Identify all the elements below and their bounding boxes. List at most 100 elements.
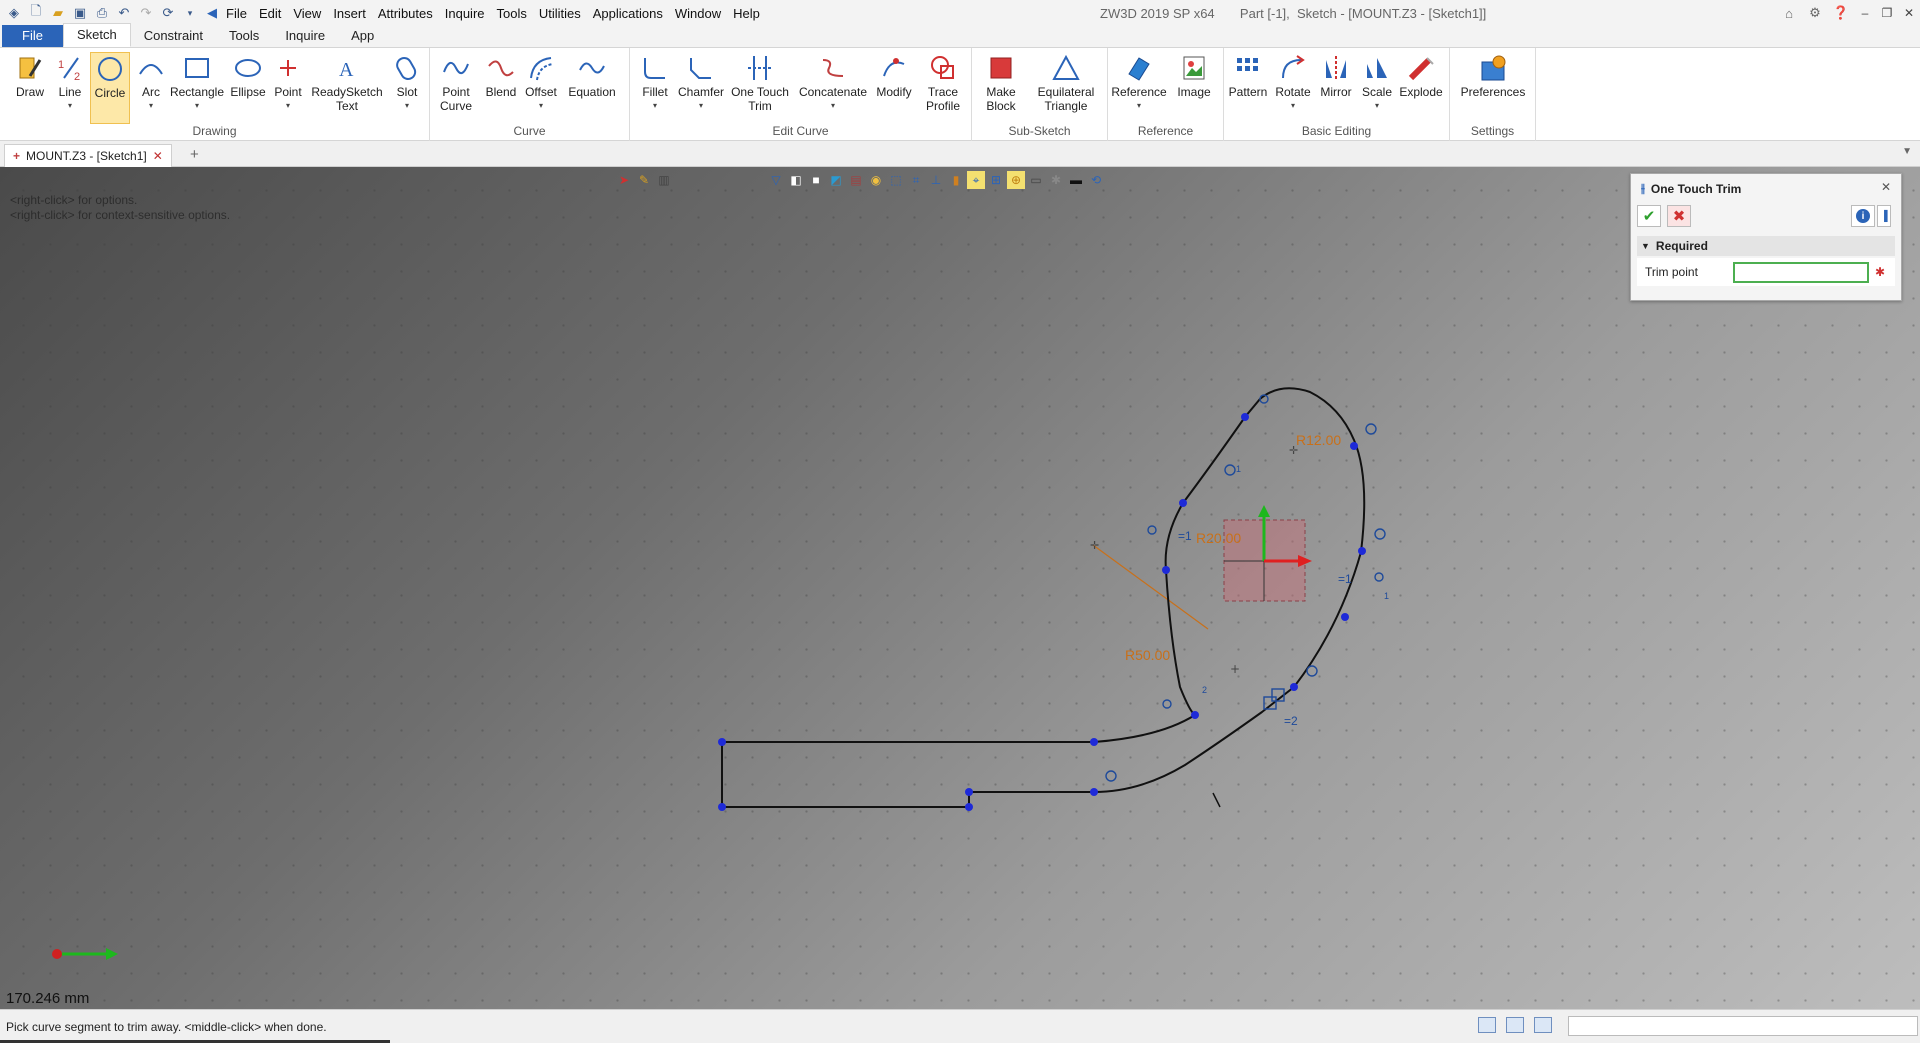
menu-attributes[interactable]: Attributes bbox=[372, 6, 439, 21]
equilateral-triangle-button[interactable]: Equilateral Triangle bbox=[1028, 52, 1104, 124]
text-icon: A bbox=[332, 52, 362, 84]
trim-point-label: Trim point bbox=[1645, 265, 1698, 279]
close-icon[interactable]: ✕ bbox=[1898, 6, 1920, 20]
dimension-r20[interactable]: R20.00 bbox=[1196, 530, 1241, 546]
scale-button[interactable]: Scale ▾ bbox=[1358, 52, 1396, 124]
command-input-box[interactable] bbox=[1568, 1016, 1918, 1036]
window-controls: ⌂ ⚙ ❓ – ❐ ✕ bbox=[1776, 0, 1920, 26]
graphics-canvas[interactable]: ➤ ✎ ▥ ▽ ◧ ■ ◩ ▤ ◉ ⬚ ⌗ ⊥ ▮ ⌖ ⊞ ⊕ ▭ ✱ ▬ ⟲ … bbox=[0, 167, 1920, 1009]
monitor-icon[interactable] bbox=[1506, 1017, 1524, 1033]
menu-window[interactable]: Window bbox=[669, 6, 727, 21]
tab-list-dropdown-icon[interactable]: ▼ bbox=[1902, 146, 1912, 157]
help-icon[interactable]: ❓ bbox=[1828, 5, 1854, 21]
modify-icon bbox=[879, 52, 909, 84]
chevron-down-icon: ▾ bbox=[194, 101, 199, 110]
chevron-down-icon: ▾ bbox=[1290, 101, 1295, 110]
tab-inquire[interactable]: Inquire bbox=[272, 25, 338, 47]
menu-edit[interactable]: Edit bbox=[253, 6, 287, 21]
line-button[interactable]: 12 Line ▾ bbox=[52, 52, 88, 124]
app-logo-icon[interactable]: ◈ bbox=[6, 5, 22, 21]
offset-button[interactable]: Offset ▾ bbox=[522, 52, 560, 124]
point-curve-button[interactable]: Point Curve bbox=[434, 52, 478, 124]
menu-insert[interactable]: Insert bbox=[327, 6, 372, 21]
blend-button[interactable]: Blend bbox=[482, 52, 520, 124]
tab-file[interactable]: File bbox=[2, 25, 63, 47]
equation-button[interactable]: Equation bbox=[564, 52, 620, 124]
menu-help[interactable]: Help bbox=[727, 6, 766, 21]
chevron-down-icon: ▾ bbox=[148, 101, 153, 110]
reference-icon bbox=[1124, 52, 1154, 84]
add-tab-icon[interactable]: + bbox=[190, 146, 199, 163]
trim-point-row: Trim point ✱ bbox=[1637, 258, 1895, 286]
list-view-icon[interactable] bbox=[1534, 1017, 1552, 1033]
help-button[interactable]: ▐ bbox=[1877, 205, 1891, 227]
one-touch-trim-button[interactable]: One Touch Trim bbox=[728, 52, 792, 124]
image-icon bbox=[1179, 52, 1209, 84]
open-folder-icon[interactable]: ▰ bbox=[50, 5, 66, 21]
tab-constraint[interactable]: Constraint bbox=[131, 25, 216, 47]
draw-button[interactable]: Draw bbox=[8, 52, 52, 124]
equal-constraint-label: =2 bbox=[1284, 714, 1298, 728]
collapse-ribbon-icon[interactable]: ⌂ bbox=[1776, 6, 1802, 21]
tab-app[interactable]: App bbox=[338, 25, 387, 47]
menu-tools[interactable]: Tools bbox=[491, 6, 533, 21]
settings-gear-icon[interactable]: ⚙ bbox=[1802, 5, 1828, 21]
pattern-button[interactable]: Pattern bbox=[1226, 52, 1270, 124]
undo-icon[interactable]: ↶ bbox=[116, 5, 132, 21]
ellipse-button[interactable]: Ellipse bbox=[228, 52, 268, 124]
point-button[interactable]: Point ▾ bbox=[270, 52, 306, 124]
circle-button[interactable]: Circle bbox=[90, 52, 130, 124]
equation-curve-icon bbox=[577, 52, 607, 84]
make-block-button[interactable]: Make Block bbox=[978, 52, 1024, 124]
trace-profile-button[interactable]: Trace Profile bbox=[918, 52, 968, 124]
image-button[interactable]: Image bbox=[1172, 52, 1216, 124]
concatenate-button[interactable]: Concatenate ▾ bbox=[796, 52, 870, 124]
section-required[interactable]: ▼ Required bbox=[1637, 236, 1895, 256]
rotate-button[interactable]: Rotate ▾ bbox=[1272, 52, 1314, 124]
quick-access-dropdown-icon[interactable]: ▾ bbox=[182, 5, 198, 21]
rectangle-button[interactable]: Rectangle ▾ bbox=[168, 52, 226, 124]
reference-button[interactable]: Reference ▾ bbox=[1110, 52, 1168, 124]
slot-button[interactable]: Slot ▾ bbox=[390, 52, 424, 124]
menu-applications[interactable]: Applications bbox=[587, 6, 669, 21]
chamfer-button[interactable]: Chamfer ▾ bbox=[676, 52, 726, 124]
minimize-icon[interactable]: – bbox=[1854, 6, 1876, 20]
trim-icon: ⫲ bbox=[1641, 181, 1645, 195]
preferences-button[interactable]: Preferences bbox=[1456, 52, 1530, 124]
fillet-button[interactable]: Fillet ▾ bbox=[634, 52, 676, 124]
new-file-icon[interactable]: 🗋 bbox=[28, 3, 44, 21]
tab-sketch[interactable]: Sketch bbox=[62, 23, 131, 47]
accept-button[interactable]: ✔ bbox=[1637, 205, 1661, 227]
layout-icon[interactable] bbox=[1478, 1017, 1496, 1033]
info-button[interactable]: i bbox=[1851, 205, 1875, 227]
mirror-button[interactable]: Mirror bbox=[1316, 52, 1356, 124]
status-prompt: Pick curve segment to trim away. <middle… bbox=[6, 1020, 327, 1034]
chevron-down-icon: ▾ bbox=[698, 101, 703, 110]
dimension-r12[interactable]: R12.00 bbox=[1296, 432, 1341, 448]
refresh-icon[interactable]: ⟳ bbox=[160, 5, 176, 21]
arc-button[interactable]: Arc ▾ bbox=[134, 52, 168, 124]
readysketch-text-button[interactable]: A ReadySketch Text bbox=[308, 52, 386, 124]
restore-icon[interactable]: ❐ bbox=[1876, 6, 1898, 20]
print-icon[interactable]: ⎙ bbox=[94, 5, 110, 21]
trim-point-input[interactable] bbox=[1733, 262, 1869, 283]
dimension-r50[interactable]: R50.00 bbox=[1125, 647, 1170, 663]
menu-inquire[interactable]: Inquire bbox=[439, 6, 491, 21]
redo-icon[interactable]: ↷ bbox=[138, 5, 154, 21]
menu-utilities[interactable]: Utilities bbox=[533, 6, 587, 21]
save-icon[interactable]: ▣ bbox=[72, 5, 88, 21]
close-tab-icon[interactable]: ✕ bbox=[153, 149, 163, 163]
group-label-reference: Reference bbox=[1137, 124, 1194, 138]
panel-close-icon[interactable]: ✕ bbox=[1881, 180, 1891, 194]
crosshair-marker: ✛ bbox=[1090, 539, 1099, 552]
cancel-button[interactable]: ✖ bbox=[1667, 205, 1691, 227]
menu-file[interactable]: File bbox=[220, 6, 253, 21]
tab-tools[interactable]: Tools bbox=[216, 25, 272, 47]
menu-view[interactable]: View bbox=[287, 6, 327, 21]
coordinate-readout: 170.246 mm bbox=[6, 990, 90, 1007]
modify-button[interactable]: Modify bbox=[872, 52, 916, 124]
explode-button[interactable]: Explode bbox=[1398, 52, 1444, 124]
document-tab[interactable]: + MOUNT.Z3 - [Sketch1] ✕ bbox=[4, 144, 172, 167]
pick-point-icon[interactable]: ✱ bbox=[1875, 265, 1885, 279]
back-arrow-icon[interactable]: ◀ bbox=[204, 5, 220, 21]
